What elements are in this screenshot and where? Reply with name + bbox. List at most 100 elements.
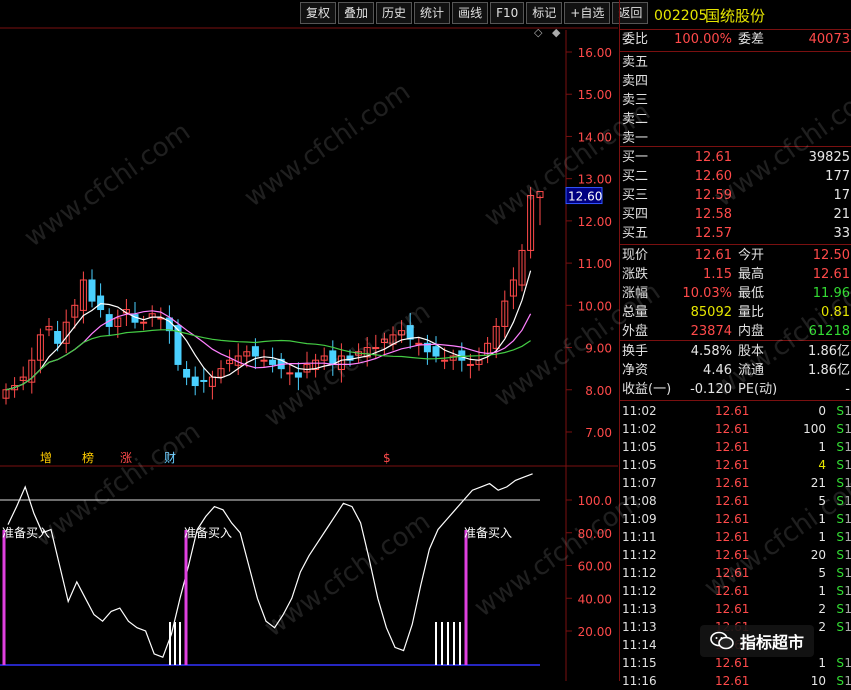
price-axis-label: 11.00: [578, 257, 612, 271]
candle-body: [415, 342, 423, 345]
tick-price: 12.61: [715, 422, 750, 436]
candle-body: [260, 359, 268, 362]
toolbar-button-5[interactable]: F10: [490, 2, 525, 24]
tick-side: S: [836, 584, 844, 598]
tick-qty: 100: [803, 422, 826, 436]
tick-side: S: [836, 674, 844, 688]
stat-value-2: -: [845, 382, 850, 397]
tick-row: 11:16 12.61 10 S 1: [620, 672, 851, 690]
stat-value: 85092: [690, 305, 732, 320]
tick-time: 11:16: [622, 674, 657, 688]
candle-body: [88, 279, 96, 302]
diamond-icon: ◇: [534, 26, 543, 39]
toolbar-button-0[interactable]: 复权: [300, 2, 337, 24]
tick-side: S: [836, 656, 844, 670]
buy-volume: 17: [833, 188, 850, 203]
buy-signal-label: 准备买入: [184, 526, 232, 540]
tick-row: 11:07 12.61 21 S 1: [620, 474, 851, 492]
ma-line-5: [5, 270, 532, 391]
tick-row: 11:02 12.61 0 S 1: [620, 402, 851, 420]
stat-value: 1.15: [703, 267, 732, 282]
event-label: 榜: [82, 450, 94, 465]
tick-side: S: [836, 404, 844, 418]
price-axis-label: 15.00: [578, 88, 612, 102]
buy-signal-label: 准备买入: [464, 526, 512, 540]
tick-count: 1: [844, 548, 851, 562]
toolbar-button-1[interactable]: 叠加: [338, 2, 375, 24]
tick-time: 11:12: [622, 566, 657, 580]
toolbar-button-2[interactable]: 历史: [376, 2, 413, 24]
tick-count: 1: [844, 674, 851, 688]
stat-value: 23874: [690, 324, 732, 339]
tick-time: 11:12: [622, 584, 657, 598]
price-axis-label: 12.00: [578, 215, 612, 229]
wechat-icon: [710, 631, 734, 650]
toolbar-button-3[interactable]: 统计: [414, 2, 451, 24]
weicha-value: 40073: [808, 32, 850, 47]
sell-row: 卖四: [620, 72, 851, 92]
tick-side: S: [836, 440, 844, 454]
candle-body: [54, 330, 62, 344]
tick-time: 11:05: [622, 440, 657, 454]
tick-time: 11:02: [622, 422, 657, 436]
stat-label-2: 今开: [738, 248, 765, 263]
tick-count: 1: [844, 584, 851, 598]
stat-value-2: 12.61: [812, 267, 850, 282]
buy-price: 12.57: [694, 226, 732, 241]
stat-label: 现价: [622, 248, 649, 263]
current-price-label: 12.60: [568, 190, 602, 204]
tick-count: 1: [844, 566, 851, 580]
stat-label-2: 量比: [738, 305, 765, 320]
price-axis-label: 8.00: [585, 384, 612, 398]
price-axis-label: 13.00: [578, 173, 612, 187]
tick-side: S: [836, 422, 844, 436]
ma-line-10: [5, 310, 532, 391]
candle-body: [466, 363, 474, 366]
tick-time: 11:14: [622, 638, 657, 652]
buy-row: 买一 12.61 39825: [620, 148, 851, 168]
weibi-row: 委比 100.00% 委差 40073: [620, 30, 851, 50]
stat-label: 净资: [622, 363, 649, 378]
tick-time: 11:11: [622, 530, 657, 544]
sell-label: 卖五: [622, 55, 649, 70]
tick-price: 12.61: [715, 602, 750, 616]
stat-row: 涨跌 1.15 最高 12.61: [620, 265, 851, 285]
tick-price: 12.61: [715, 404, 750, 418]
tick-price: 12.61: [715, 530, 750, 544]
toolbar-button-7[interactable]: +自选: [564, 2, 611, 24]
tick-row: 11:02 12.61 100 S 1: [620, 420, 851, 438]
wechat-label: 指标超市: [740, 633, 805, 652]
buy-row: 买五 12.57 33: [620, 224, 851, 244]
buy-price: 12.61: [694, 150, 732, 165]
tick-time: 11:13: [622, 602, 657, 616]
event-label: $: [383, 451, 391, 465]
sell-row: 卖五: [620, 53, 851, 73]
tick-time: 11:05: [622, 458, 657, 472]
toolbar-button-6[interactable]: 标记: [526, 2, 563, 24]
tick-qty: 1: [818, 584, 826, 598]
buy-row: 买四 12.58 21: [620, 205, 851, 225]
tick-side: S: [836, 566, 844, 580]
candle-body: [200, 379, 208, 382]
candle-body: [97, 295, 105, 311]
stat-row: 现价 12.61 今开 12.50: [620, 246, 851, 266]
candle-body: [432, 346, 440, 357]
tick-qty: 20: [810, 548, 826, 562]
tick-side: S: [836, 458, 844, 472]
tick-qty: 10: [810, 674, 826, 688]
buy-label: 买五: [622, 226, 649, 241]
price-axis-label: 16.00: [578, 46, 612, 60]
tick-price: 12.61: [715, 476, 750, 490]
tick-time: 11:12: [622, 548, 657, 562]
osc-axis-label: 40.00: [578, 592, 612, 606]
stat-label-2: 最低: [738, 286, 765, 301]
tick-side: S: [836, 548, 844, 562]
buy-label: 买三: [622, 188, 649, 203]
event-label: 增: [40, 451, 52, 465]
tick-qty: 4: [818, 458, 826, 472]
toolbar-button-4[interactable]: 画线: [452, 2, 489, 24]
buy-volume: 177: [825, 169, 850, 184]
tick-side: S: [836, 602, 844, 616]
tick-count: 1: [844, 422, 851, 436]
tick-count: 1: [844, 656, 851, 670]
